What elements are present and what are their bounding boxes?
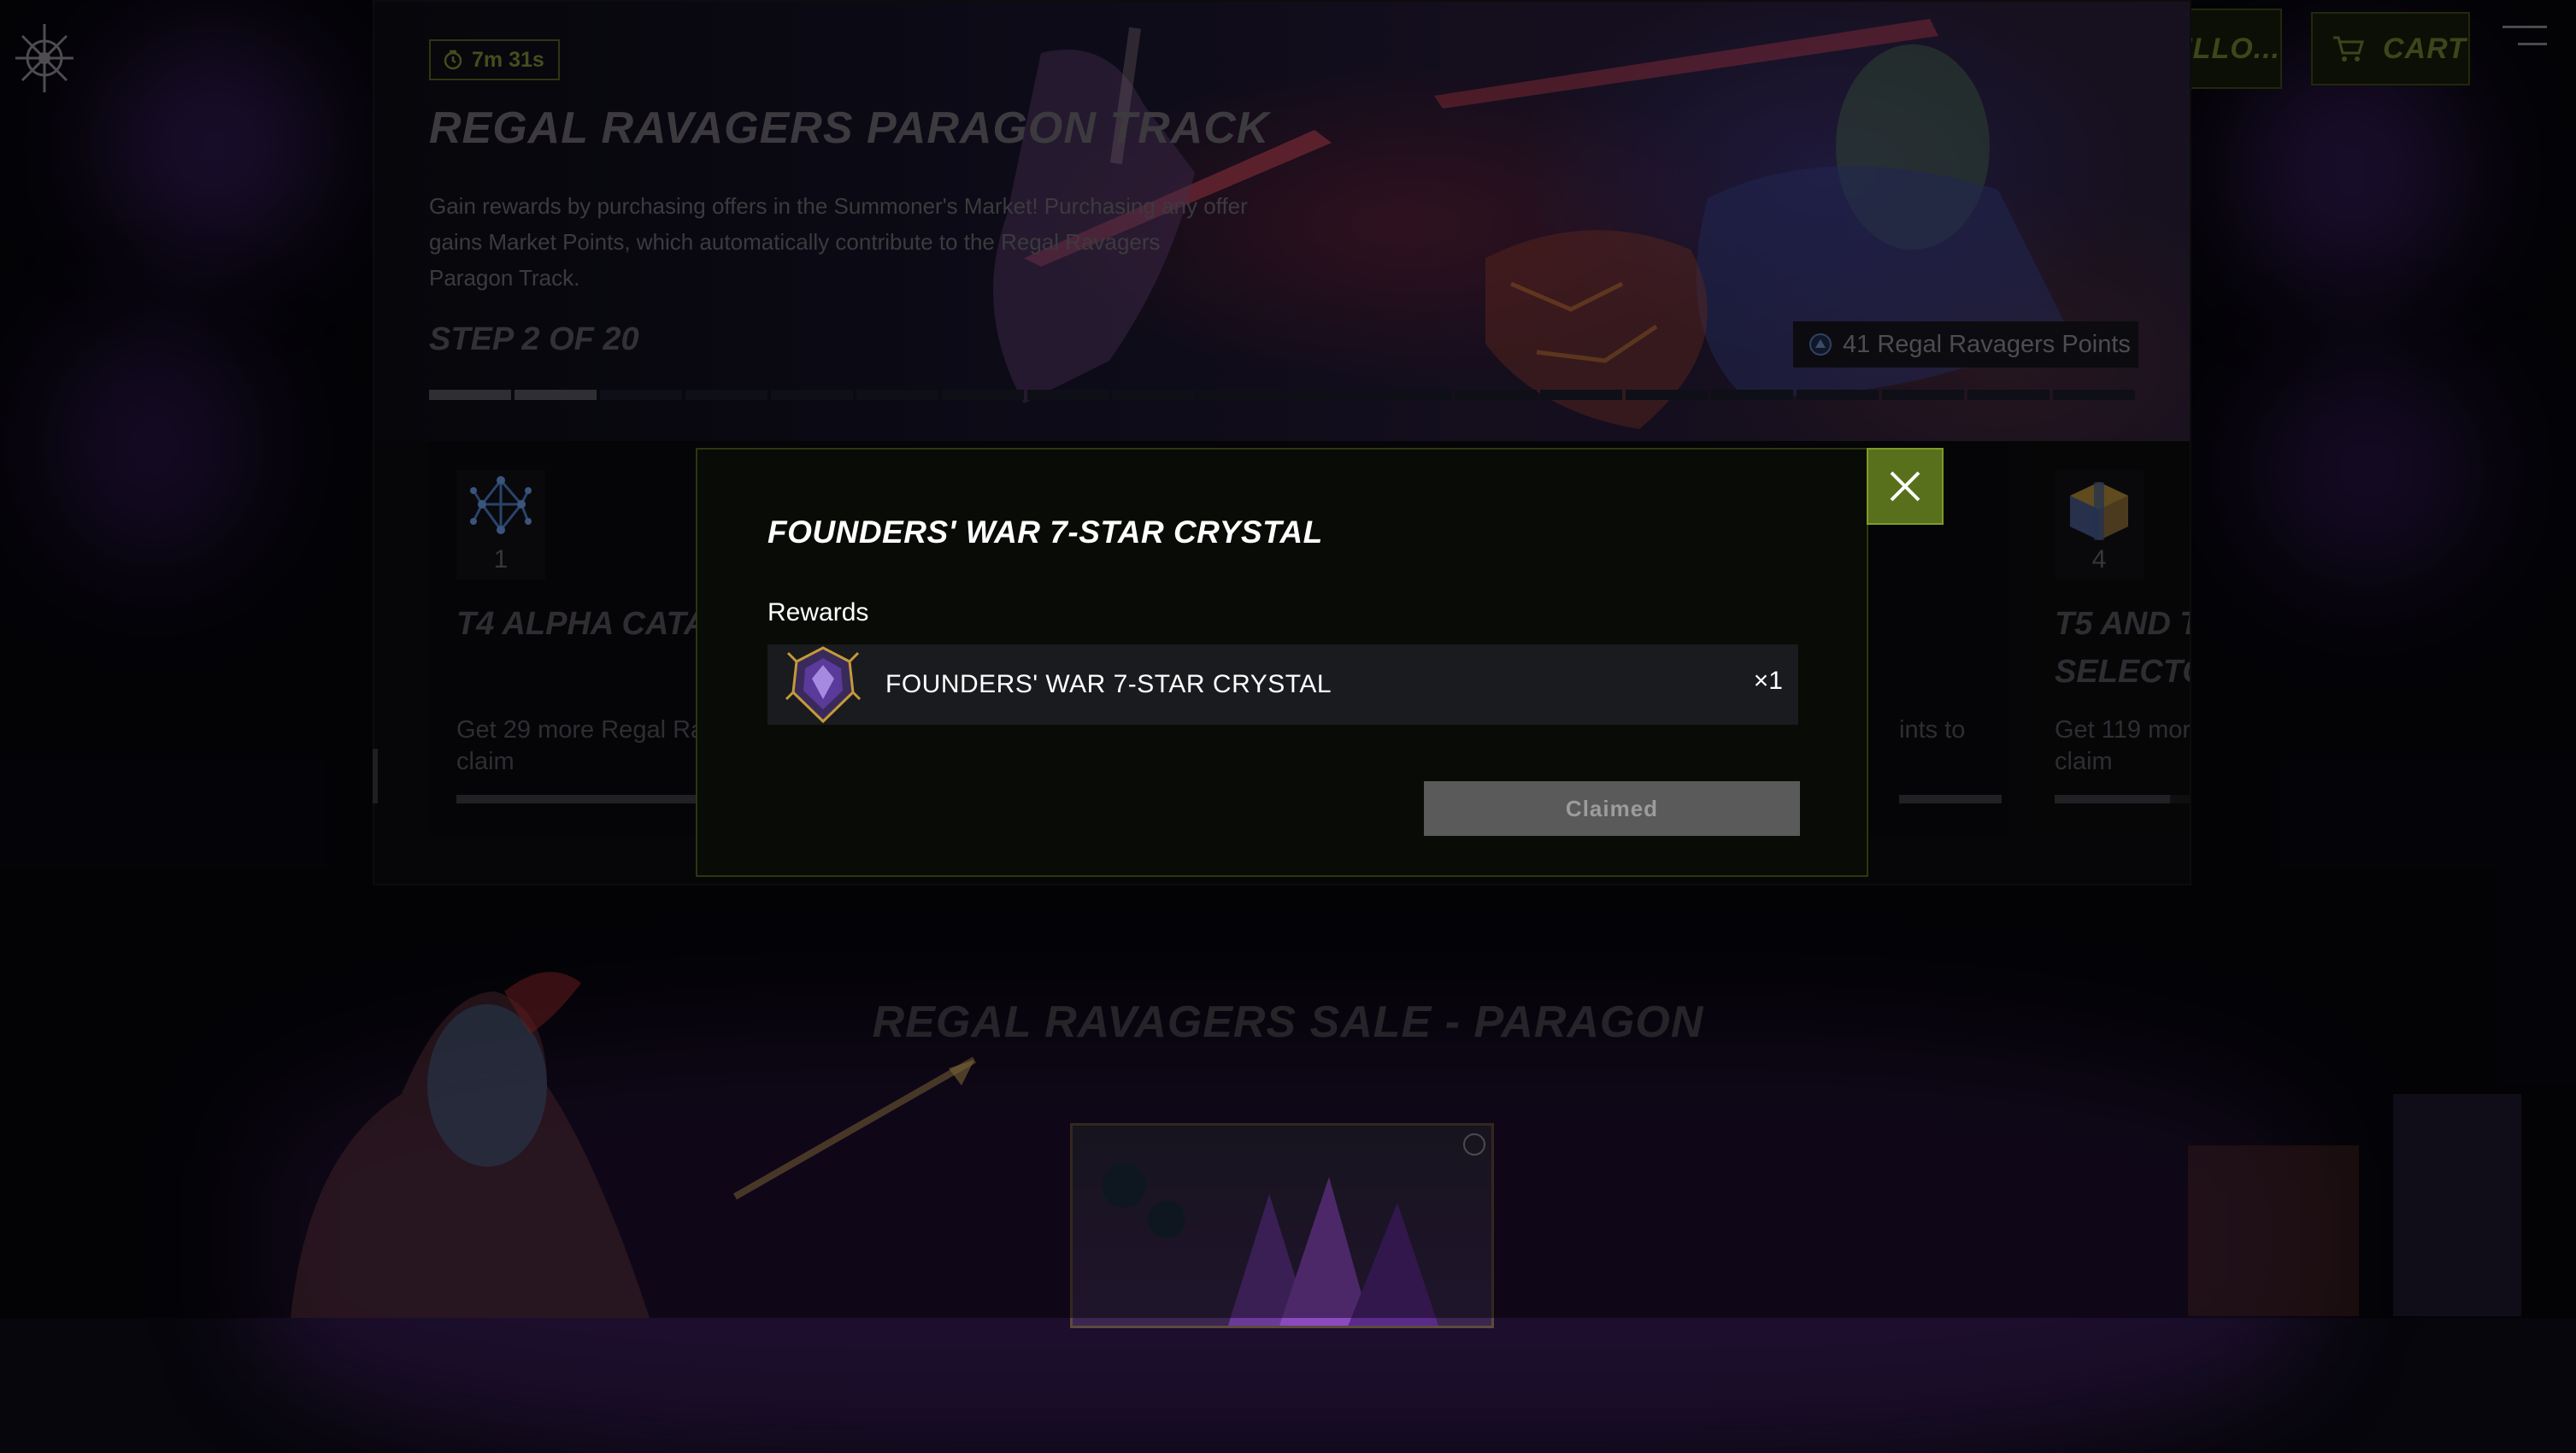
crystal-icon (785, 646, 862, 724)
reward-row: FOUNDERS' WAR 7-STAR CRYSTAL ×1 (768, 644, 1798, 725)
close-button[interactable] (1867, 448, 1944, 525)
claimed-button[interactable]: Claimed (1424, 781, 1800, 836)
reward-item-name: FOUNDERS' WAR 7-STAR CRYSTAL (885, 670, 1332, 698)
close-icon (1890, 471, 1920, 502)
reward-item-quantity: ×1 (1753, 667, 1783, 695)
rewards-label: Rewards (768, 598, 869, 626)
modal-title: FOUNDERS' WAR 7-STAR CRYSTAL (768, 515, 1323, 550)
reward-modal: FOUNDERS' WAR 7-STAR CRYSTAL Rewards FOU… (696, 448, 1868, 877)
